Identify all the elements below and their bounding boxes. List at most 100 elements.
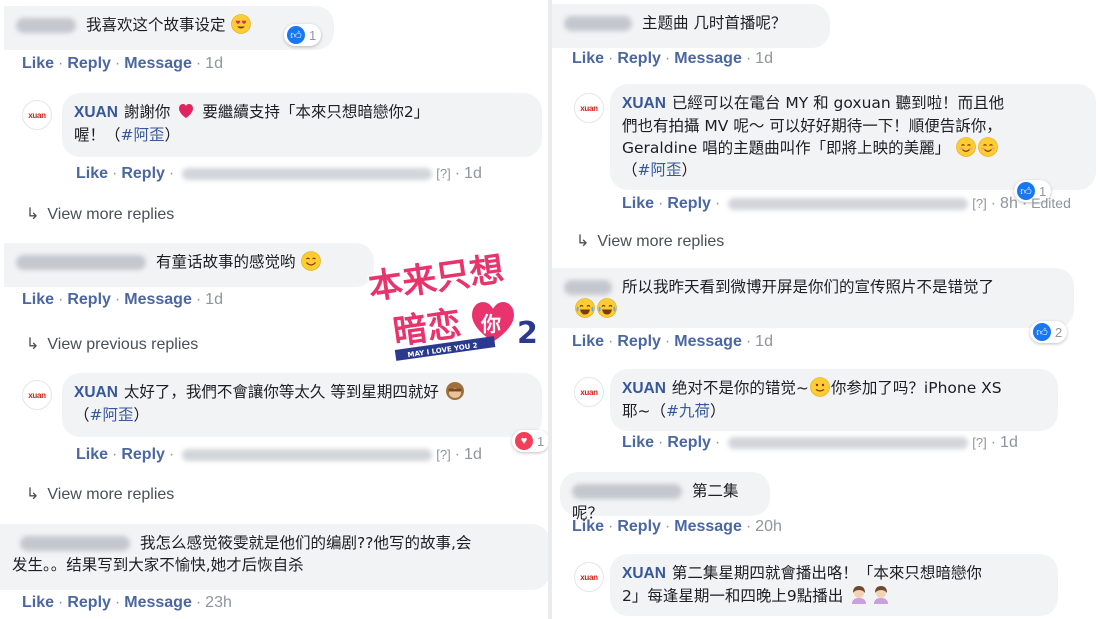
like-link[interactable]: Like <box>572 333 604 350</box>
like-link[interactable]: Like <box>76 165 108 182</box>
message-link[interactable]: Message <box>674 518 742 535</box>
comment-bubble: 我怎么感觉筱雯就是他们的编剧??他写的故事,会 发生。。结果写到大家不愉快,她才… <box>0 524 548 590</box>
timestamp[interactable]: 1d <box>205 291 223 308</box>
commented-by-note <box>182 448 433 461</box>
comment-actions: Like · Reply · Message · 1d <box>572 333 773 350</box>
reply-link[interactable]: Reply <box>67 594 111 611</box>
avatar[interactable]: xuan <box>574 93 604 123</box>
comment-bubble: 所以我昨天看到微博开屏是你们的宣传照片不是错觉了 <box>552 268 1074 328</box>
message-link[interactable]: Message <box>674 50 742 67</box>
logo-line1: 本来只想 <box>366 249 506 308</box>
reply-link[interactable]: Reply <box>67 55 111 72</box>
reaction-count[interactable]: 👍︎ 1 <box>284 24 322 46</box>
timestamp[interactable]: 1d <box>464 165 482 182</box>
view-more-replies[interactable]: ↳ View more replies <box>26 204 174 224</box>
avatar[interactable]: xuan <box>574 562 604 592</box>
heart-icon: ♥ <box>515 432 533 450</box>
reply-author[interactable]: XUAN <box>622 95 666 112</box>
message-link[interactable]: Message <box>124 594 192 611</box>
hashtag[interactable]: #阿歪 <box>90 406 134 424</box>
view-more-replies[interactable]: ↳ View more replies <box>26 484 174 504</box>
like-link[interactable]: Like <box>572 50 604 67</box>
comments-column-right: 主题曲 几时首播呢？ Like · Reply · Message · 1d xuan XU… <box>552 0 1100 619</box>
timestamp[interactable]: 1d <box>755 333 773 350</box>
reply-bubble: XUAN 太好了，我們不會讓你等太久 等到星期四就好 （#阿歪） <box>62 373 542 437</box>
comment-actions: Like · Reply · Message · 1d <box>572 50 773 67</box>
message-link[interactable]: Message <box>124 55 192 72</box>
avatar[interactable]: xuan <box>22 380 52 410</box>
like-link[interactable]: Like <box>22 55 54 72</box>
reply-link[interactable]: Reply <box>667 434 711 451</box>
message-link[interactable]: Message <box>674 333 742 350</box>
comment-bubble: 主题曲 几时首播呢？ <box>552 4 830 48</box>
timestamp[interactable]: 1d <box>464 446 482 463</box>
reply-link[interactable]: Reply <box>617 518 661 535</box>
thumbs-up-icon: 👍︎ <box>287 26 305 44</box>
timestamp[interactable]: 1d <box>205 55 223 72</box>
commenter-name[interactable] <box>20 536 130 551</box>
reply-arrow-icon: ↳ <box>26 336 40 353</box>
commenter-name[interactable] <box>16 18 76 33</box>
reply-author[interactable]: XUAN <box>74 104 118 121</box>
reply-author[interactable]: XUAN <box>622 380 666 397</box>
reply-bubble: XUAN 绝对不是你的错觉~ 你参加了吗？iPhone XS 耶~（#九荷） <box>610 369 1058 431</box>
show-logo: 本来只想 暗恋 你 2 MAY I LOVE YOU 2 <box>365 243 545 363</box>
thumbs-up-icon: 👍︎ <box>1033 323 1051 341</box>
reply-arrow-icon: ↳ <box>26 486 40 503</box>
timestamp[interactable]: 1d <box>1000 434 1018 451</box>
reply-author[interactable]: XUAN <box>74 384 118 401</box>
like-link[interactable]: Like <box>22 594 54 611</box>
avatar[interactable]: xuan <box>574 377 604 407</box>
hashtag[interactable]: #阿歪 <box>121 126 165 144</box>
reply-arrow-icon: ↳ <box>576 233 590 250</box>
joy-emoji <box>597 298 617 318</box>
commenter-name[interactable] <box>564 16 632 31</box>
reply-link[interactable]: Reply <box>667 195 711 212</box>
comment-text: 有童话故事的感觉哟 <box>156 253 296 271</box>
hashtag[interactable]: #九荷 <box>666 402 710 420</box>
comment-text: 我怎么感觉筱雯就是他们的编剧??他写的故事,会 <box>140 534 472 552</box>
timestamp[interactable]: 20h <box>755 518 782 535</box>
blush-emoji <box>978 137 998 157</box>
like-link[interactable]: Like <box>572 518 604 535</box>
reply-link[interactable]: Reply <box>67 291 111 308</box>
avatar[interactable]: xuan <box>22 100 52 130</box>
commenter-name[interactable] <box>16 255 146 270</box>
reply-link[interactable]: Reply <box>121 446 165 463</box>
timestamp[interactable]: 8h <box>1000 195 1018 212</box>
reply-link[interactable]: Reply <box>121 165 165 182</box>
comment-text: 主题曲 几时首播呢？ <box>642 14 787 32</box>
reply-bubble: XUAN 已經可以在電台 MY 和 goxuan 聽到啦！而且他 們也有拍攝 MV… <box>610 84 1096 190</box>
timestamp[interactable]: 1d <box>755 50 773 67</box>
logo-number: 2 <box>517 316 538 351</box>
reply-author[interactable]: XUAN <box>622 565 666 582</box>
message-link[interactable]: Message <box>124 291 192 308</box>
comment-bubble: 我喜欢这个故事设定 <box>4 6 334 50</box>
like-link[interactable]: Like <box>76 446 108 463</box>
comment-bubble: 有童话故事的感觉哟 <box>4 243 374 287</box>
monkey-emoji <box>445 382 464 400</box>
heart-icon <box>179 104 194 118</box>
comment-bubble: 第二集呢？ <box>560 472 770 522</box>
person-emoji <box>852 586 867 604</box>
commented-by-note <box>728 436 969 449</box>
reply-link[interactable]: Reply <box>617 50 661 67</box>
timestamp[interactable]: 23h <box>205 594 232 611</box>
like-link[interactable]: Like <box>622 434 654 451</box>
like-link[interactable]: Like <box>22 291 54 308</box>
reply-actions: Like · Reply · [?] · 1d <box>622 434 1018 451</box>
smile-emoji <box>301 251 321 271</box>
reaction-count[interactable]: 👍︎ 2 <box>1030 321 1068 343</box>
commenter-name[interactable] <box>564 280 612 295</box>
hashtag[interactable]: #阿歪 <box>638 161 682 179</box>
edited-label[interactable]: Edited <box>1031 195 1071 211</box>
view-previous-replies[interactable]: ↳ View previous replies <box>26 334 198 354</box>
commenter-name[interactable] <box>572 484 682 499</box>
comment-actions: Like · Reply · Message · 23h <box>22 594 232 611</box>
show-logo-graphic: 本来只想 暗恋 你 2 MAY I LOVE YOU 2 <box>365 248 539 361</box>
view-more-replies[interactable]: ↳ View more replies <box>576 231 724 251</box>
reply-link[interactable]: Reply <box>617 333 661 350</box>
reaction-count[interactable]: ♥ 1 <box>512 430 548 452</box>
like-link[interactable]: Like <box>622 195 654 212</box>
blush-emoji <box>956 137 976 157</box>
